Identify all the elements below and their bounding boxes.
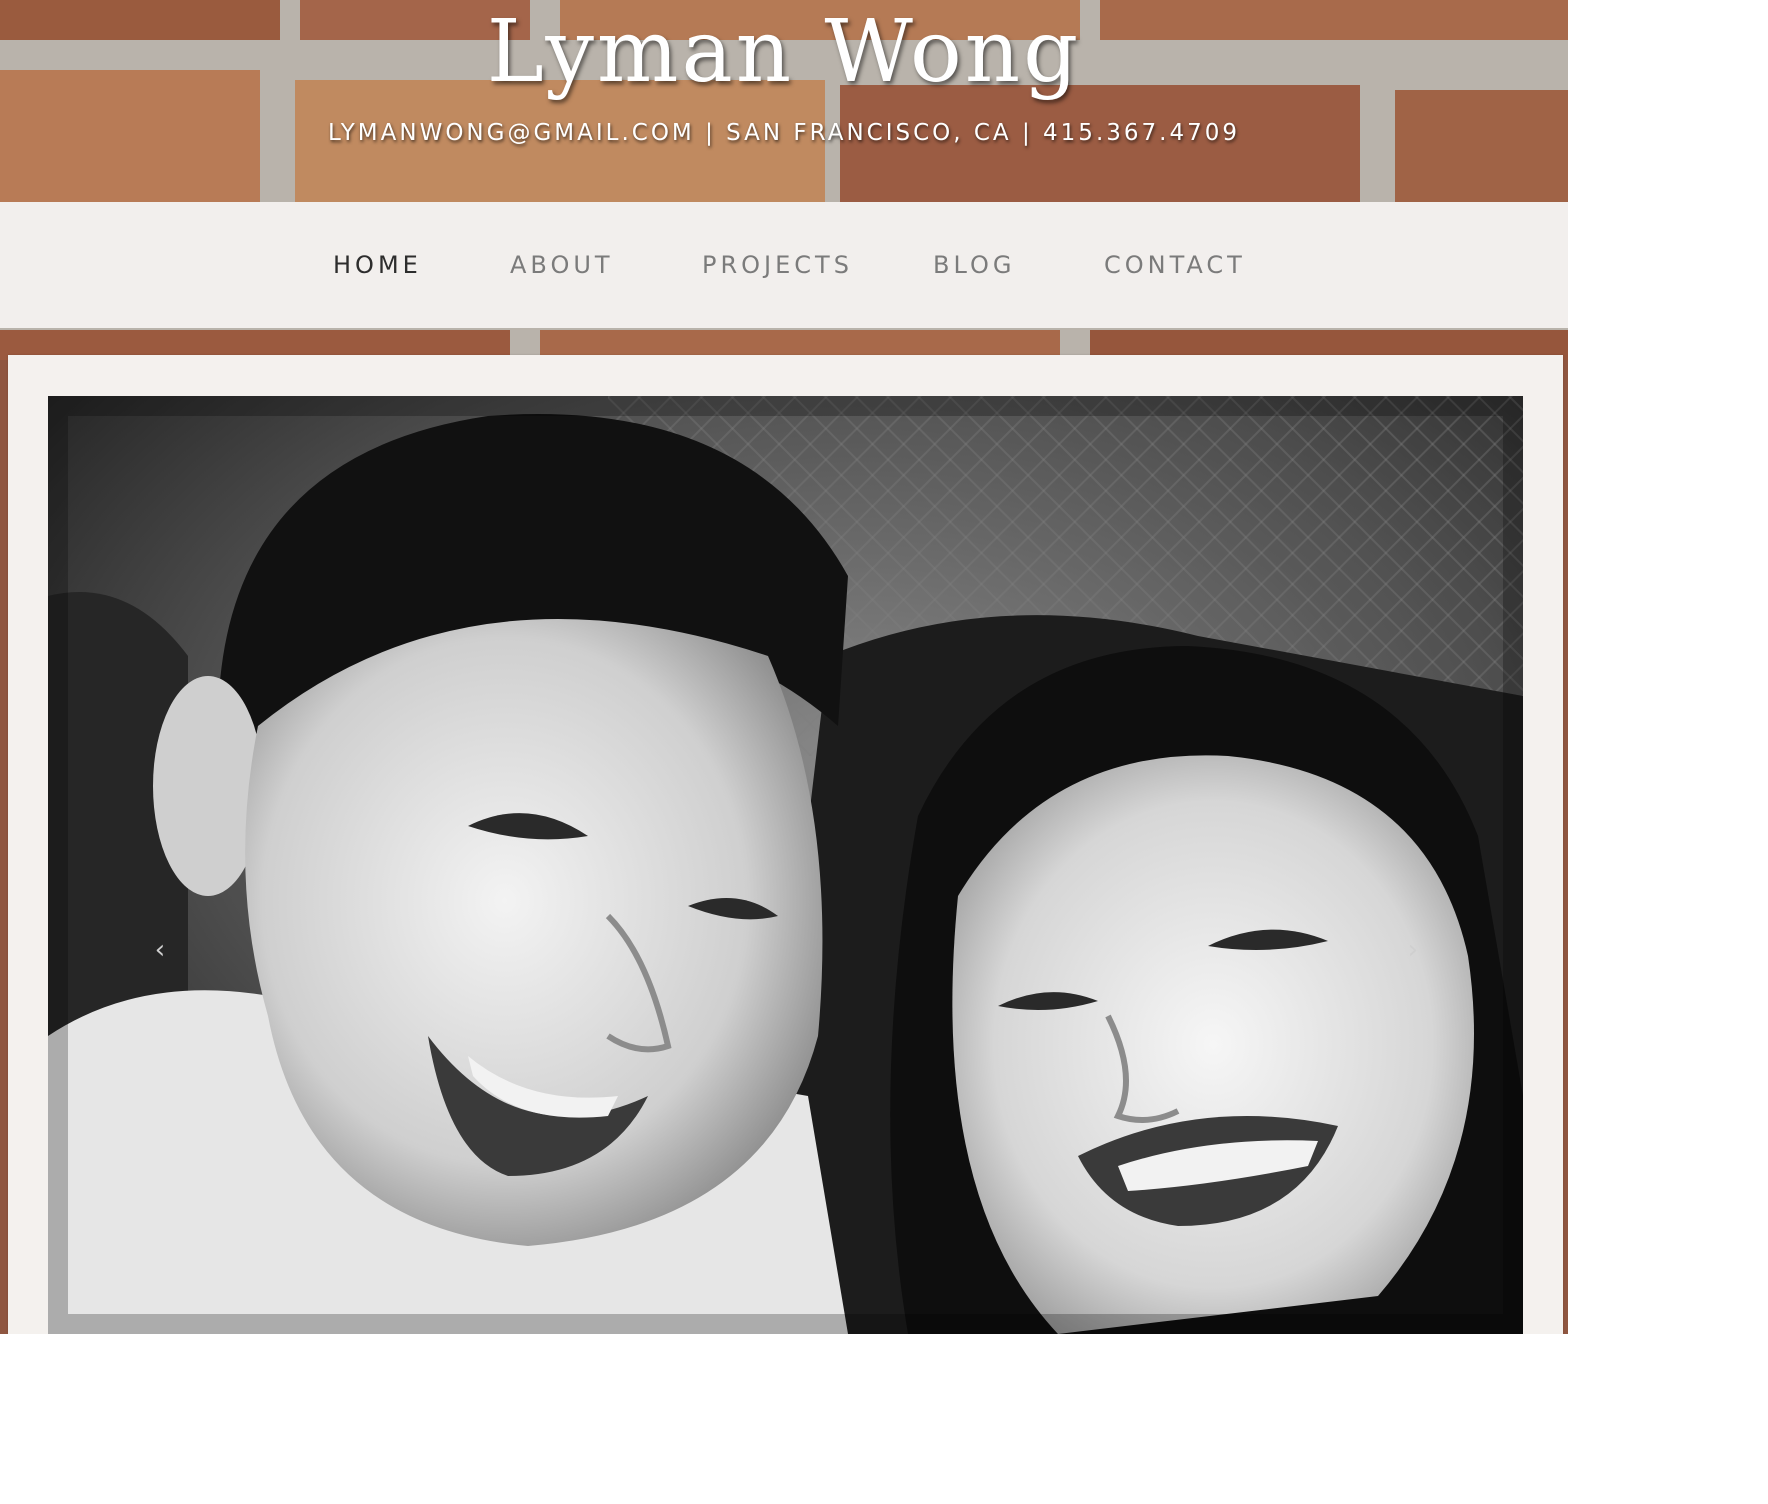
chevron-left-icon[interactable]: ‹ (145, 930, 175, 970)
nav-item-blog[interactable]: BLOG (933, 250, 1015, 280)
chevron-right-icon[interactable]: › (1398, 930, 1428, 970)
portrait-photo (48, 396, 1523, 1334)
site-header: Lyman Wong LYMANWONG@GMAIL.COM | SAN FRA… (0, 0, 1568, 202)
nav-item-contact[interactable]: CONTACT (1104, 250, 1246, 280)
contact-info-line: LYMANWONG@GMAIL.COM | SAN FRANCISCO, CA … (328, 120, 1240, 146)
page: Lyman Wong LYMANWONG@GMAIL.COM | SAN FRA… (0, 0, 1568, 1334)
nav-item-projects[interactable]: PROJECTS (702, 250, 853, 280)
site-title[interactable]: Lyman Wong (0, 2, 1568, 102)
nav-item-about[interactable]: ABOUT (510, 250, 614, 280)
nav-item-home[interactable]: HOME (333, 250, 422, 280)
carousel-slide-photo[interactable] (48, 396, 1523, 1334)
main-nav: HOME ABOUT PROJECTS BLOG CONTACT (0, 202, 1568, 328)
